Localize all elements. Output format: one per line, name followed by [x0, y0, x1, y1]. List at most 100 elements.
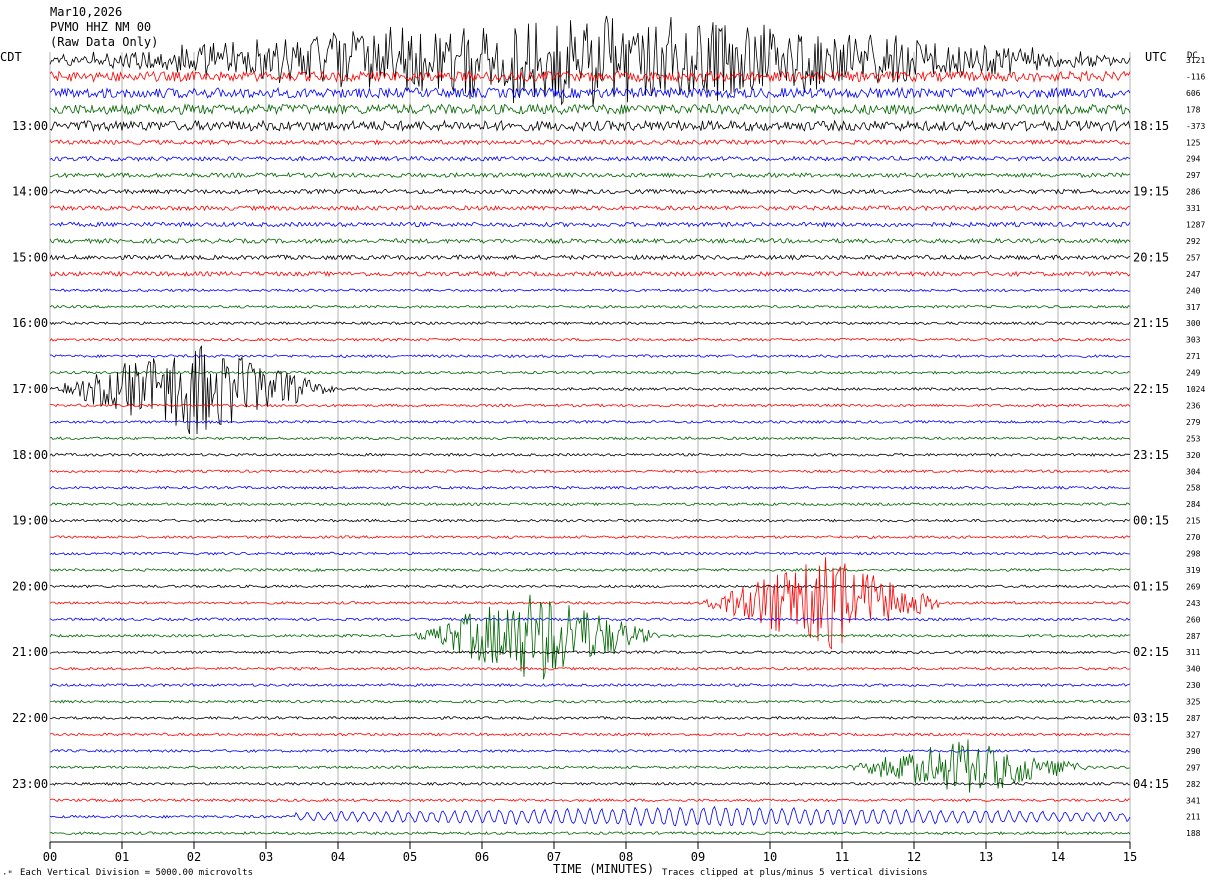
header-station: PVMO HHZ NM 00 — [50, 20, 151, 34]
trace-line-9 — [49, 204, 1131, 212]
header-filter: (Raw Data Only) — [50, 35, 158, 49]
dc-offset-value: 240 — [1186, 286, 1201, 295]
clip-note: Traces clipped at plus/minus 5 vertical … — [662, 868, 928, 878]
trace-line-39 — [49, 699, 1131, 704]
corner-mark: ·" — [2, 870, 13, 880]
trace-line-10 — [49, 221, 1131, 228]
trace-line-29 — [50, 535, 1131, 539]
dc-offset-value: 249 — [1186, 369, 1201, 378]
trace-line-40 — [50, 716, 1131, 721]
dc-offset-value: -373 — [1186, 122, 1205, 131]
cdt-hour-label: 21:00 — [12, 645, 48, 659]
dc-offset-value: -116 — [1186, 72, 1205, 81]
cdt-axis-label: CDT — [0, 50, 22, 64]
dc-offset-value: 284 — [1186, 500, 1201, 509]
dc-offset-value: 230 — [1186, 681, 1201, 690]
cdt-hour-label: 23:00 — [12, 777, 48, 791]
trace-line-44 — [49, 781, 1131, 786]
trace-line-7 — [49, 171, 1131, 179]
trace-line-5 — [49, 139, 1131, 146]
trace-line-47 — [49, 831, 1131, 836]
utc-hour-label: 19:15 — [1133, 185, 1169, 199]
helicorder-plot: Mar10,2026 PVMO HHZ NM 00 (Raw Data Only… — [0, 5, 1205, 880]
dc-offset-value: 297 — [1186, 171, 1201, 180]
x-tick-label: 15 — [1123, 850, 1137, 864]
x-tick-label: 03 — [259, 850, 273, 864]
trace-line-35 — [49, 594, 1130, 680]
cdt-hour-label: 18:00 — [12, 448, 48, 462]
dc-offset-value: 287 — [1186, 632, 1201, 641]
dc-offset-value: 331 — [1186, 204, 1201, 213]
dc-offset-value: 1024 — [1186, 385, 1205, 394]
x-tick-label: 02 — [187, 850, 201, 864]
trace-line-19 — [49, 370, 1131, 375]
x-tick-label: 14 — [1051, 850, 1065, 864]
trace-line-17 — [49, 337, 1131, 342]
cdt-hour-label: 15:00 — [12, 250, 48, 264]
x-tick-label: 13 — [979, 850, 993, 864]
dc-offset-value: 1287 — [1186, 221, 1205, 230]
minute-gridlines — [49, 52, 1131, 843]
trace-line-18 — [49, 354, 1131, 359]
dc-offset-value: 188 — [1186, 829, 1201, 838]
dc-offset-value: 257 — [1186, 253, 1201, 262]
x-tick-label: 05 — [403, 850, 417, 864]
trace-line-38 — [49, 683, 1131, 688]
dc-offset-value: 211 — [1186, 813, 1201, 822]
dc-offset-value: 3121 — [1186, 56, 1205, 65]
cdt-hour-label: 14:00 — [12, 185, 48, 199]
trace-line-32 — [49, 584, 1131, 589]
x-tick-label: 09 — [691, 850, 705, 864]
dc-offset-value: 327 — [1186, 730, 1201, 739]
dc-offset-value: 341 — [1186, 796, 1201, 805]
trace-line-11 — [49, 237, 1131, 245]
utc-hour-label: 22:15 — [1133, 382, 1169, 396]
utc-hour-label: 21:15 — [1133, 316, 1169, 330]
utc-hour-label: 18:15 — [1133, 119, 1169, 133]
dc-offset-value: 287 — [1186, 714, 1201, 723]
dc-offset-value: 243 — [1186, 599, 1201, 608]
dc-offset-value: 311 — [1186, 648, 1201, 657]
trace-line-14 — [49, 288, 1131, 293]
utc-hour-label: 23:15 — [1133, 448, 1169, 462]
dc-offset-value: 269 — [1186, 582, 1201, 591]
x-tick-label: 00 — [43, 850, 57, 864]
utc-hour-label: 20:15 — [1133, 250, 1169, 264]
trace-line-16 — [49, 321, 1131, 326]
trace-line-41 — [49, 732, 1131, 737]
header-date: Mar10,2026 — [50, 5, 122, 19]
trace-line-26 — [49, 485, 1131, 490]
utc-axis-label: UTC — [1145, 50, 1167, 64]
trace-line-6 — [49, 155, 1131, 162]
x-tick-label: 11 — [835, 850, 849, 864]
cdt-hour-label: 17:00 — [12, 382, 48, 396]
dc-offset-value: 292 — [1186, 237, 1201, 246]
dc-offset-value: 290 — [1186, 747, 1201, 756]
dc-offset-value: 271 — [1186, 352, 1201, 361]
dc-offset-value: 253 — [1186, 434, 1201, 443]
dc-offset-value: 317 — [1186, 303, 1201, 312]
cdt-hour-label: 22:00 — [12, 711, 48, 725]
dc-offset-value: 178 — [1186, 105, 1201, 114]
x-tick-label: 01 — [115, 850, 129, 864]
trace-line-15 — [49, 304, 1131, 309]
dc-offset-value: 286 — [1186, 188, 1201, 197]
dc-offset-value: 319 — [1186, 566, 1201, 575]
x-tick-labels: 00 01 02 03 04 05 06 07 08 09 10 11 12 13 14 15 — [43, 842, 1137, 864]
utc-hour-label: 04:15 — [1133, 777, 1169, 791]
trace-line-27 — [49, 502, 1131, 507]
dc-offset-value: 320 — [1186, 451, 1201, 460]
cdt-hour-label: 13:00 — [12, 119, 48, 133]
dc-offset-value: 247 — [1186, 270, 1201, 279]
dc-offset-value: 282 — [1186, 780, 1201, 789]
cdt-hour-label: 19:00 — [12, 514, 48, 528]
trace-line-2 — [49, 86, 1131, 100]
dc-offset-labels: 3121 -116 606 178 -373 125 294 297 286 331 1287 292… — [1186, 56, 1205, 838]
cdt-hour-label: 16:00 — [12, 316, 48, 330]
trace-line-1 — [49, 70, 1131, 83]
trace-line-13 — [49, 270, 1131, 278]
utc-hour-label: 03:15 — [1133, 711, 1169, 725]
x-tick-label: 06 — [475, 850, 489, 864]
x-tick-label: 04 — [331, 850, 345, 864]
dc-offset-value: 260 — [1186, 615, 1201, 624]
